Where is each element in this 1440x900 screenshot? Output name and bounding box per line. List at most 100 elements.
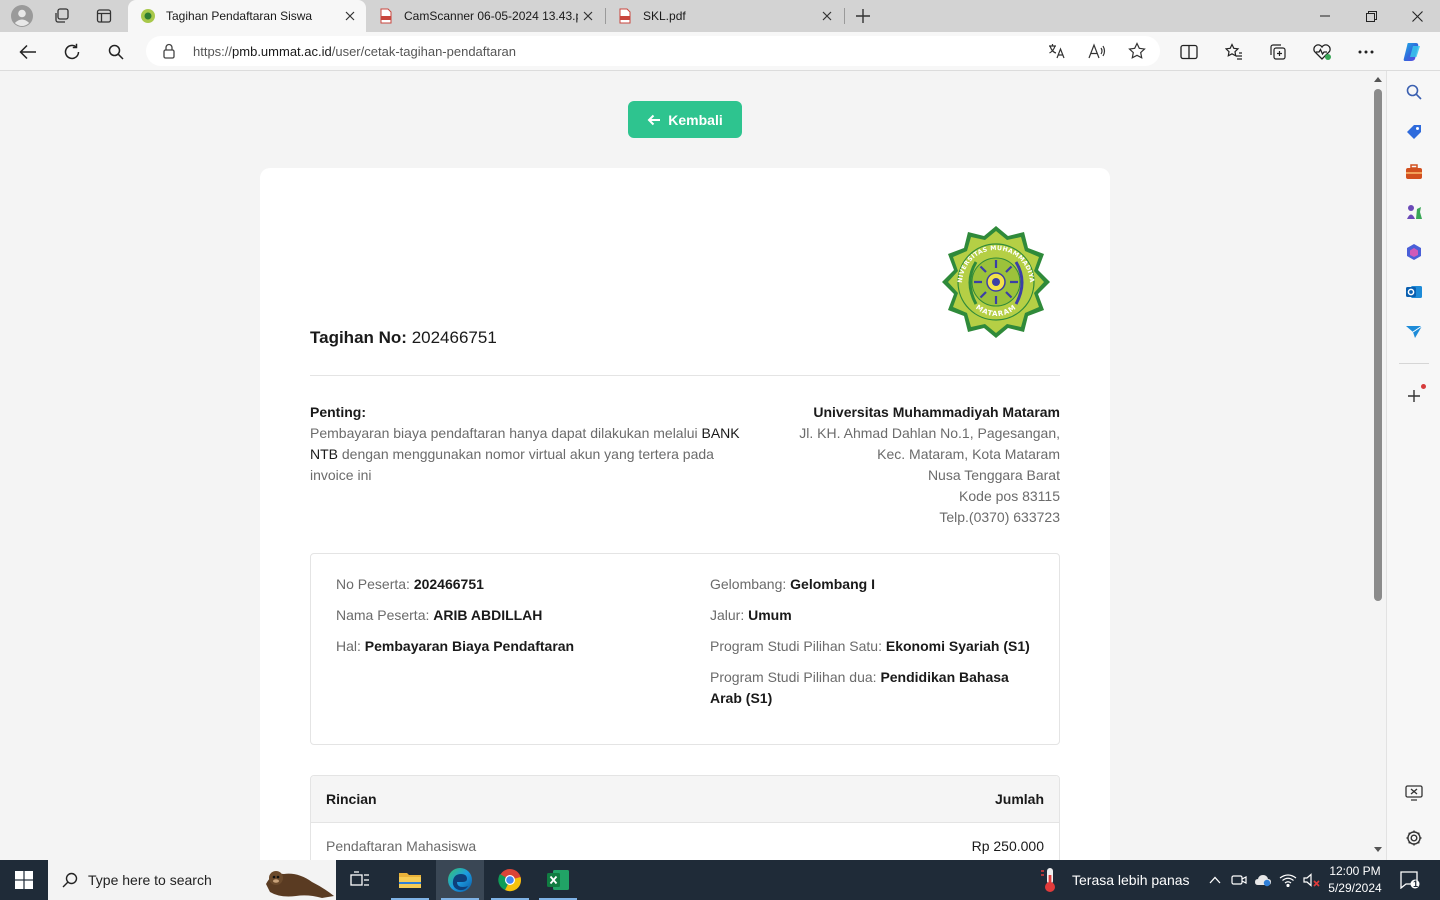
info-label: Gelombang: <box>710 576 787 592</box>
scroll-up-icon[interactable] <box>1373 75 1383 83</box>
info-value: Ekonomi Syariah (S1) <box>885 638 1030 654</box>
col-rincian: Rincian <box>326 791 377 807</box>
kembali-button[interactable]: Kembali <box>628 101 742 138</box>
translate-icon[interactable] <box>1046 41 1068 61</box>
taskbar-excel[interactable] <box>534 860 582 900</box>
info-nama-peserta: Nama Peserta: ARIB ABDILLAH <box>336 605 696 626</box>
sidebar-tools-button[interactable] <box>1402 160 1426 184</box>
taskbar-file-explorer[interactable] <box>386 860 434 900</box>
profile-icon <box>11 5 33 27</box>
sidebar-shopping-button[interactable] <box>1402 120 1426 144</box>
participant-info-box: No Peserta: 202466751 Nama Peserta: ARIB… <box>310 553 1060 745</box>
workspaces-button[interactable] <box>48 4 76 28</box>
search-button[interactable] <box>101 37 131 67</box>
sidebar-screenshot-button[interactable] <box>1402 781 1426 805</box>
profile-button[interactable] <box>8 4 36 28</box>
copilot-button[interactable] <box>1397 37 1427 67</box>
kembali-label: Kembali <box>668 111 723 128</box>
info-right-column: Gelombang: Gelombang I Jalur: Umum Progr… <box>710 574 1030 719</box>
address-bar[interactable]: https://pmb.ummat.ac.id/user/cetak-tagih… <box>146 36 1160 66</box>
restore-icon <box>1365 10 1377 22</box>
send-paper-plane-icon <box>1406 325 1423 338</box>
settings-menu-button[interactable] <box>1351 37 1381 67</box>
tray-onedrive[interactable] <box>1251 860 1275 900</box>
favorites-button[interactable] <box>1219 37 1249 67</box>
sidebar-office-button[interactable] <box>1402 240 1426 264</box>
info-label: Nama Peserta: <box>336 607 430 623</box>
toolbox-icon <box>1406 164 1422 179</box>
info-prodi-satu: Program Studi Pilihan Satu: Ekonomi Syar… <box>710 636 1030 657</box>
screenshot-icon <box>1405 785 1423 801</box>
close-tab-icon[interactable] <box>578 6 598 26</box>
tab-camscanner[interactable]: CamScanner 06-05-2024 13.43.pdf <box>366 0 604 32</box>
close-tab-icon[interactable] <box>817 6 837 26</box>
scrollbar-thumb[interactable] <box>1374 89 1382 601</box>
new-tab-button[interactable] <box>849 4 877 28</box>
arrow-left-icon <box>647 114 661 125</box>
tab-tagihan[interactable]: Tagihan Pendaftaran Siswa <box>128 0 366 32</box>
tab-skl[interactable]: SKL.pdf <box>605 0 843 32</box>
info-value: ARIB ABDILLAH <box>433 607 543 623</box>
minimize-button[interactable] <box>1302 0 1348 32</box>
institution-name: Universitas Muhammadiyah Mataram <box>813 404 1060 420</box>
games-chess-icon <box>1407 205 1422 219</box>
note-text-1: Pembayaran biaya pendaftaran hanya dapat… <box>310 425 698 441</box>
search-icon <box>108 44 124 60</box>
sidebar-games-button[interactable] <box>1402 200 1426 224</box>
info-gelombang: Gelombang: Gelombang I <box>710 574 1030 595</box>
close-window-button[interactable] <box>1394 0 1440 32</box>
bill-number-label: Tagihan No: <box>310 328 407 347</box>
scroll-down-icon[interactable] <box>1373 846 1383 854</box>
tab-actions-button[interactable] <box>90 4 118 28</box>
page-scrollbar[interactable] <box>1370 71 1386 860</box>
taskbar-search-box[interactable]: Type here to search <box>48 860 336 900</box>
info-prodi-dua: Program Studi Pilihan dua: Pendidikan Ba… <box>710 667 1030 709</box>
split-screen-button[interactable] <box>1174 37 1204 67</box>
tab-title: CamScanner 06-05-2024 13.43.pdf <box>404 9 578 23</box>
minimize-icon <box>1320 15 1330 17</box>
action-center-button[interactable]: 1 <box>1396 860 1424 900</box>
sidebar-drop-button[interactable] <box>1402 320 1426 344</box>
sidebar-settings-button[interactable] <box>1402 826 1426 850</box>
folder-icon <box>399 873 421 888</box>
edge-browser-icon <box>448 868 472 892</box>
weather-widget[interactable]: Terasa lebih panas <box>1038 860 1190 900</box>
sidebar-outlook-button[interactable] <box>1402 280 1426 304</box>
more-dots-icon <box>1358 50 1374 54</box>
bill-number-value: 202466751 <box>411 328 497 347</box>
info-left-column: No Peserta: 202466751 Nama Peserta: ARIB… <box>336 574 696 667</box>
sidebar-add-button[interactable] <box>1402 384 1426 408</box>
shopping-tag-icon <box>1407 125 1421 139</box>
task-view-button[interactable] <box>336 860 384 900</box>
tray-meet[interactable] <box>1227 860 1251 900</box>
refresh-button[interactable] <box>57 37 87 67</box>
weather-text: Terasa lebih panas <box>1072 872 1190 888</box>
url-prefix: https:// <box>193 44 233 59</box>
lock-icon[interactable] <box>162 43 176 59</box>
taskbar-edge[interactable] <box>436 860 484 900</box>
search-icon <box>1406 84 1422 100</box>
sidebar-search-button[interactable] <box>1402 80 1426 104</box>
task-view-icon <box>350 871 369 886</box>
browser-essentials-button[interactable] <box>1307 37 1337 67</box>
windows-taskbar: Type here to search Terasa lebih panas 1… <box>0 860 1440 900</box>
tray-show-hidden[interactable] <box>1203 860 1227 900</box>
favorite-star-icon[interactable] <box>1126 41 1148 61</box>
back-nav-button[interactable] <box>13 37 43 67</box>
start-button[interactable] <box>0 860 48 900</box>
payment-note: Penting: Pembayaran biaya pendaftaran ha… <box>310 402 740 486</box>
taskbar-clock[interactable]: 12:00 PM 5/29/2024 <box>1322 863 1388 897</box>
restore-button[interactable] <box>1348 0 1394 32</box>
tray-network[interactable] <box>1276 860 1300 900</box>
close-icon <box>1411 10 1423 22</box>
heart-pulse-icon <box>1313 44 1331 60</box>
close-tab-icon[interactable] <box>340 6 360 26</box>
collections-button[interactable] <box>1263 37 1293 67</box>
pdf-icon <box>619 8 631 24</box>
excel-icon <box>547 870 569 890</box>
read-aloud-icon[interactable] <box>1086 41 1108 61</box>
windows-logo-icon <box>15 871 33 889</box>
tray-volume[interactable] <box>1300 860 1324 900</box>
otter-search-highlight-icon <box>266 871 334 898</box>
taskbar-chrome[interactable] <box>486 860 534 900</box>
